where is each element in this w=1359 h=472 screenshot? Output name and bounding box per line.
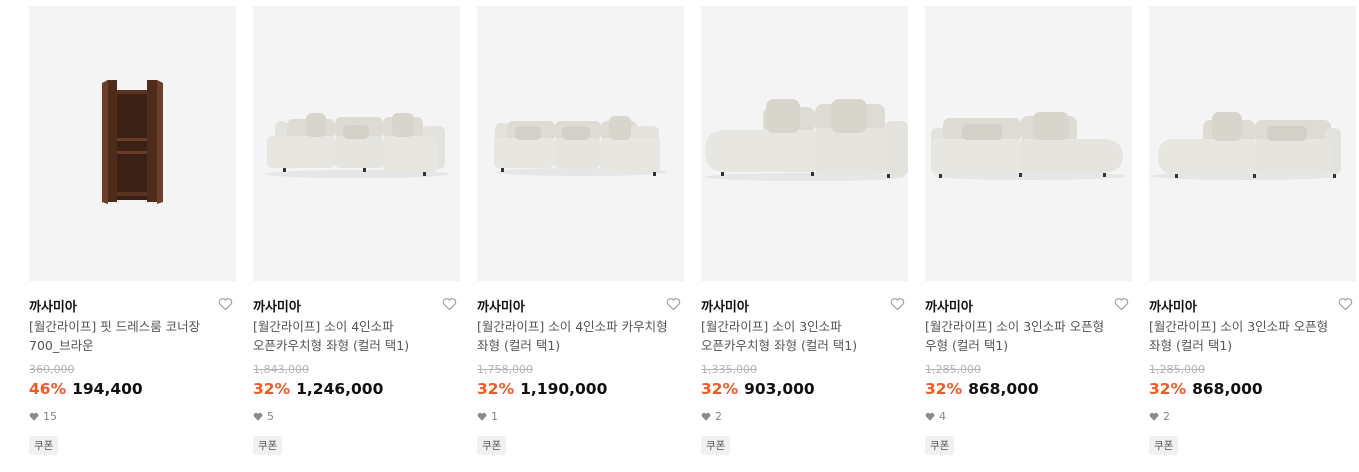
price-row: 32% 868,000 xyxy=(1149,380,1263,398)
coupon-badge: 쿠폰 xyxy=(477,436,507,455)
product-name[interactable]: [월간라이프] 소이 4인소파 카우치형 좌형 (컬러 택1) xyxy=(477,317,677,355)
coupon-badge: 쿠폰 xyxy=(29,436,59,455)
heart-outline-icon[interactable] xyxy=(1114,297,1129,311)
like-count: 1 xyxy=(477,410,498,423)
like-count: 2 xyxy=(701,410,722,423)
like-count-value: 4 xyxy=(939,410,946,423)
like-count: 4 xyxy=(925,410,946,423)
heart-outline-icon[interactable] xyxy=(218,297,233,311)
like-count-value: 5 xyxy=(267,410,274,423)
price-row: 32% 903,000 xyxy=(701,380,815,398)
product-image-corner-wardrobe[interactable] xyxy=(29,6,236,281)
product-image-sofa[interactable] xyxy=(701,6,908,281)
brand-name: 까사미아 xyxy=(701,300,749,315)
heart-outline-icon[interactable] xyxy=(890,297,905,311)
product-name-line2: 우형 (컬러 택1) xyxy=(925,338,1009,353)
like-count-value: 15 xyxy=(43,410,57,423)
original-price: 1,285,000 xyxy=(1149,363,1205,376)
product-image-sofa[interactable] xyxy=(253,6,460,281)
like-count: 2 xyxy=(1149,410,1170,423)
discount-rate: 32% xyxy=(477,380,515,398)
brand-name: 까사미아 xyxy=(253,300,301,315)
original-price: 1,285,000 xyxy=(925,363,981,376)
product-name-line2: 700_브라운 xyxy=(29,338,94,353)
sale-price: 868,000 xyxy=(1192,380,1263,398)
original-price: 1,843,000 xyxy=(253,363,309,376)
product-card[interactable]: 까사미아 [월간라이프] 핏 드레스룸 코너장 700_브라운 360,000 … xyxy=(29,6,236,472)
sale-price: 194,400 xyxy=(72,380,143,398)
product-card[interactable]: 까사미아 [월간라이프] 소이 4인소파 카우치형 좌형 (컬러 택1) 1,7… xyxy=(477,6,684,472)
coupon-badge: 쿠폰 xyxy=(1149,436,1179,455)
heart-filled-icon xyxy=(253,412,263,421)
like-count: 15 xyxy=(29,410,57,423)
product-grid: 까사미아 [월간라이프] 핏 드레스룸 코너장 700_브라운 360,000 … xyxy=(0,0,1359,472)
sofa-image xyxy=(265,113,449,178)
price-row: 32% 1,246,000 xyxy=(253,380,383,398)
original-price: 1,335,000 xyxy=(701,363,757,376)
heart-outline-icon[interactable] xyxy=(442,297,457,311)
coupon-badge: 쿠폰 xyxy=(701,436,731,455)
corner-wardrobe-image xyxy=(102,80,163,204)
sofa-image xyxy=(931,112,1125,180)
price-row: 32% 1,190,000 xyxy=(477,380,607,398)
product-name-line1: [월간라이프] 소이 3인소파 오픈형 xyxy=(925,319,1105,334)
product-image-sofa[interactable] xyxy=(477,6,684,281)
product-name-line1: [월간라이프] 핏 드레스룸 코너장 xyxy=(29,319,201,334)
heart-outline-icon[interactable] xyxy=(666,297,681,311)
price-row: 46% 194,400 xyxy=(29,380,143,398)
heart-filled-icon xyxy=(29,412,39,421)
sofa-image xyxy=(1151,112,1341,180)
discount-rate: 46% xyxy=(29,380,67,398)
heart-filled-icon xyxy=(477,412,487,421)
product-card[interactable]: 까사미아 [월간라이프] 소이 3인소파 오픈형 우형 (컬러 택1) 1,28… xyxy=(925,6,1132,472)
price-row: 32% 868,000 xyxy=(925,380,1039,398)
heart-outline-icon[interactable] xyxy=(1338,297,1353,311)
product-name[interactable]: [월간라이프] 소이 4인소파 오픈카우치형 좌형 (컬러 택1) xyxy=(253,317,453,355)
brand-name: 까사미아 xyxy=(1149,300,1197,315)
coupon-badge: 쿠폰 xyxy=(253,436,283,455)
product-card[interactable]: 까사미아 [월간라이프] 소이 3인소파 오픈형 좌형 (컬러 택1) 1,28… xyxy=(1149,6,1356,472)
brand-name: 까사미아 xyxy=(29,300,77,315)
product-name-line1: [월간라이프] 소이 4인소파 xyxy=(253,319,394,334)
product-image-sofa[interactable] xyxy=(1149,6,1356,281)
discount-rate: 32% xyxy=(253,380,291,398)
discount-rate: 32% xyxy=(1149,380,1187,398)
sofa-image xyxy=(705,99,908,181)
original-price: 1,758,000 xyxy=(477,363,533,376)
sofa-image xyxy=(494,116,667,176)
heart-filled-icon xyxy=(701,412,711,421)
product-name-line2: 좌형 (컬러 택1) xyxy=(1149,338,1233,353)
sale-price: 1,246,000 xyxy=(296,380,384,398)
sale-price: 868,000 xyxy=(968,380,1039,398)
like-count-value: 2 xyxy=(1163,410,1170,423)
like-count-value: 1 xyxy=(491,410,498,423)
product-name[interactable]: [월간라이프] 핏 드레스룸 코너장 700_브라운 xyxy=(29,317,229,355)
coupon-badge: 쿠폰 xyxy=(925,436,955,455)
product-name-line2: 좌형 (컬러 택1) xyxy=(477,338,561,353)
like-count: 5 xyxy=(253,410,274,423)
product-card[interactable]: 까사미아 [월간라이프] 소이 3인소파 오픈카우치형 좌형 (컬러 택1) 1… xyxy=(701,6,908,472)
discount-rate: 32% xyxy=(701,380,739,398)
product-name-line2: 오픈카우치형 좌형 (컬러 택1) xyxy=(701,338,858,353)
original-price: 360,000 xyxy=(29,363,75,376)
sale-price: 903,000 xyxy=(744,380,815,398)
heart-filled-icon xyxy=(1149,412,1159,421)
product-name-line1: [월간라이프] 소이 3인소파 xyxy=(701,319,842,334)
like-count-value: 2 xyxy=(715,410,722,423)
product-name[interactable]: [월간라이프] 소이 3인소파 오픈형 우형 (컬러 택1) xyxy=(925,317,1125,355)
brand-name: 까사미아 xyxy=(925,300,973,315)
product-name-line1: [월간라이프] 소이 4인소파 카우치형 xyxy=(477,319,668,334)
heart-filled-icon xyxy=(925,412,935,421)
product-name[interactable]: [월간라이프] 소이 3인소파 오픈형 좌형 (컬러 택1) xyxy=(1149,317,1349,355)
product-card[interactable]: 까사미아 [월간라이프] 소이 4인소파 오픈카우치형 좌형 (컬러 택1) 1… xyxy=(253,6,460,472)
discount-rate: 32% xyxy=(925,380,963,398)
product-name-line1: [월간라이프] 소이 3인소파 오픈형 xyxy=(1149,319,1329,334)
product-name-line2: 오픈카우치형 좌형 (컬러 택1) xyxy=(253,338,410,353)
brand-name: 까사미아 xyxy=(477,300,525,315)
product-name[interactable]: [월간라이프] 소이 3인소파 오픈카우치형 좌형 (컬러 택1) xyxy=(701,317,901,355)
sale-price: 1,190,000 xyxy=(520,380,608,398)
product-image-sofa[interactable] xyxy=(925,6,1132,281)
